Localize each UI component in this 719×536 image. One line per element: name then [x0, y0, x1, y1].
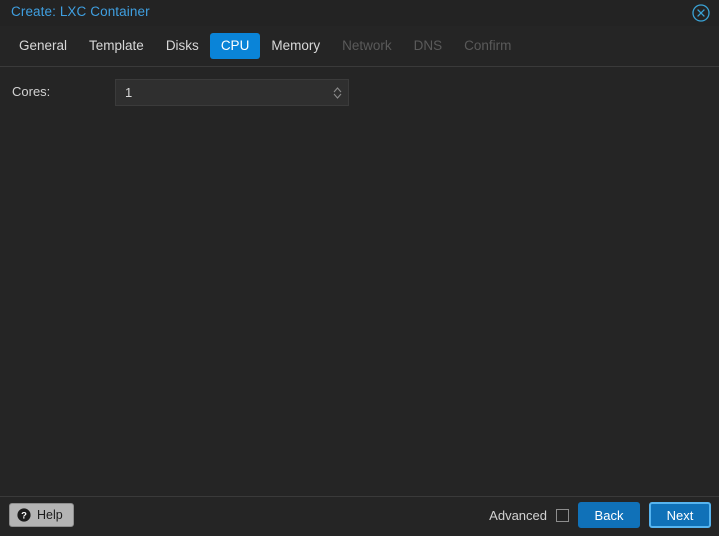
next-button[interactable]: Next [649, 502, 711, 528]
advanced-label: Advanced [489, 507, 547, 523]
tab-network: Network [342, 38, 392, 53]
svg-text:?: ? [21, 510, 27, 521]
cores-field-row: Cores: 1 [0, 79, 719, 107]
tab-general[interactable]: General [8, 33, 78, 59]
cores-stepper[interactable] [326, 80, 348, 105]
dialog-title: Create: LXC Container [11, 4, 150, 19]
tab-confirm: Confirm [464, 38, 512, 53]
close-icon[interactable] [692, 4, 710, 22]
question-circle-icon: ? [17, 508, 31, 522]
dialog-titlebar: Create: LXC Container [0, 0, 719, 26]
dialog-footer: ? Help Advanced Back Next [0, 496, 719, 536]
wizard-tabs: General Template Disks CPU Memory Networ… [8, 33, 522, 59]
chevron-down-icon[interactable] [333, 93, 342, 99]
create-lxc-container-dialog: Create: LXC Container General Template D… [0, 0, 719, 536]
cores-input[interactable]: 1 [116, 85, 326, 100]
tab-dns: DNS [413, 38, 443, 53]
help-button-label: Help [37, 508, 63, 522]
wizard-tabbar: General Template Disks CPU Memory Networ… [0, 26, 719, 67]
footer-actions: Advanced Back Next [489, 502, 711, 528]
tab-disks[interactable]: Disks [155, 33, 210, 59]
tab-cpu[interactable]: CPU [209, 33, 261, 59]
cpu-settings-panel: Cores: 1 [0, 67, 719, 496]
cores-label: Cores: [12, 84, 51, 99]
advanced-checkbox[interactable] [556, 508, 569, 522]
back-button[interactable]: Back [578, 502, 640, 528]
tab-template[interactable]: Template [78, 33, 155, 59]
help-button[interactable]: ? Help [9, 503, 74, 527]
tab-memory[interactable]: Memory [260, 33, 331, 59]
cores-spinner[interactable]: 1 [115, 79, 349, 106]
